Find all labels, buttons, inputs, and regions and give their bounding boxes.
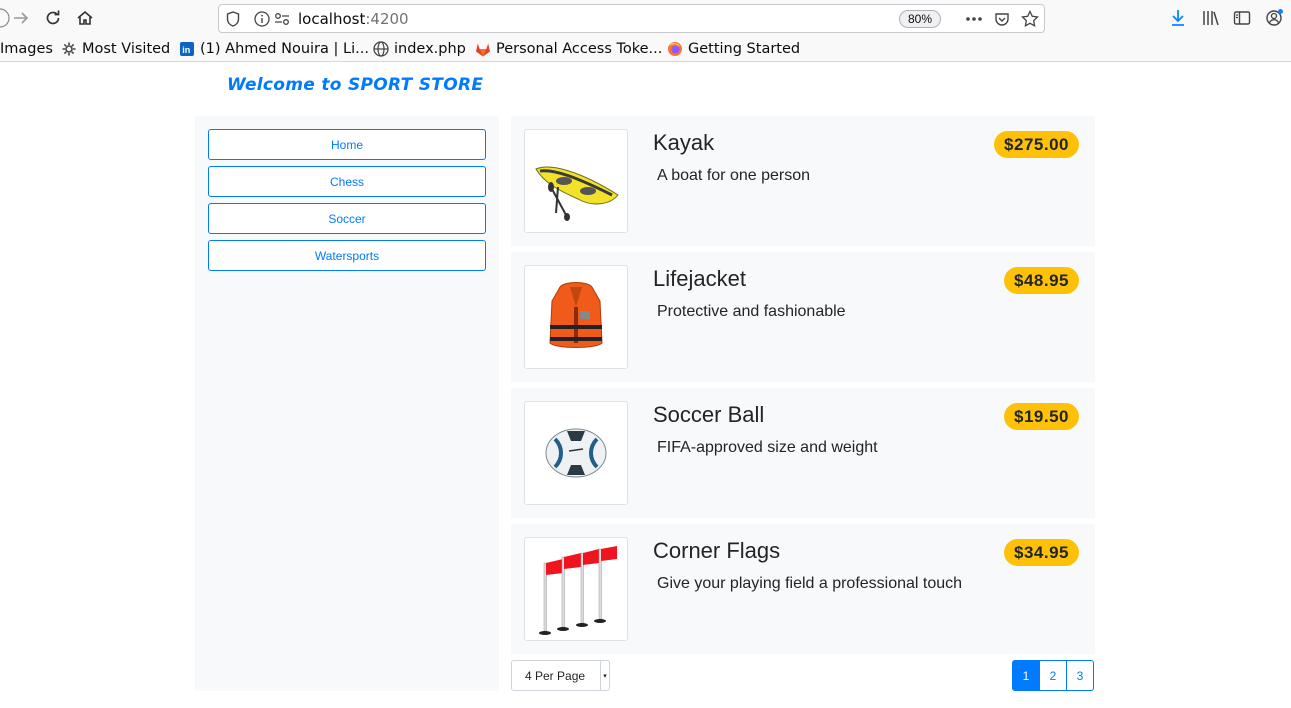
product-description: Protective and fashionable [657, 303, 846, 320]
category-sidebar: Home Chess Soccer Watersports [195, 116, 499, 691]
home-button[interactable] [73, 6, 97, 30]
bookmarks-bar: Images Most Visited in (1) Ahmed Nouira … [0, 36, 1291, 62]
page-button-2[interactable]: 2 [1039, 660, 1067, 691]
price-badge: $19.50 [1004, 403, 1079, 430]
product-name: Kayak [653, 130, 715, 155]
gitlab-icon [475, 41, 491, 57]
page-button-3[interactable]: 3 [1066, 660, 1094, 691]
bookmark-label: (1) Ahmed Nouira | Li... [200, 41, 369, 57]
home-icon [77, 10, 93, 25]
bookmark-index-php[interactable]: index.php [373, 40, 466, 58]
svg-text:in: in [182, 45, 190, 55]
page-actions-icon[interactable] [964, 9, 984, 29]
reload-button[interactable] [41, 6, 65, 30]
category-button-home[interactable]: Home [208, 129, 486, 160]
soccer-ball-image [524, 401, 628, 505]
sidebar-toggle-icon[interactable] [1230, 6, 1254, 30]
account-icon[interactable] [1262, 6, 1286, 30]
bookmark-images[interactable]: Images [0, 40, 53, 58]
linkedin-icon: in [179, 41, 195, 57]
page-button-1[interactable]: 1 [1012, 660, 1040, 691]
downloads-icon[interactable] [1166, 6, 1190, 30]
gear-icon [61, 41, 77, 57]
url-text[interactable]: localhost:4200 [298, 10, 409, 28]
bookmark-label: Getting Started [688, 41, 801, 57]
pagination: 1 2 3 [1012, 660, 1094, 691]
product-card: Corner Flags Give your playing field a p… [511, 524, 1095, 654]
category-button-soccer[interactable]: Soccer [208, 203, 486, 234]
product-description: FIFA-approved size and weight [657, 439, 878, 456]
lifejacket-image [524, 265, 628, 369]
category-button-watersports[interactable]: Watersports [208, 240, 486, 271]
product-description: Give your playing field a professional t… [657, 575, 963, 592]
bookmark-linkedin[interactable]: in (1) Ahmed Nouira | Li... [179, 40, 369, 58]
per-page-value: 4 Per Page [525, 668, 586, 683]
page-title: Welcome to SPORT STORE [227, 75, 484, 95]
price-badge: $34.95 [1004, 539, 1079, 566]
forward-button[interactable] [9, 6, 33, 30]
zoom-level-badge[interactable]: 80% [899, 10, 941, 28]
bookmark-star-icon[interactable] [1020, 9, 1040, 29]
bookmark-label: Personal Access Toke... [496, 41, 663, 57]
chevron-down-icon[interactable]: ▾ [600, 661, 609, 690]
info-icon[interactable] [252, 9, 272, 29]
url-host: localhost [298, 10, 366, 28]
bookmark-gitlab[interactable]: Personal Access Toke... [475, 40, 662, 58]
product-name: Soccer Ball [653, 402, 765, 427]
url-port: :4200 [365, 10, 409, 28]
corner-flags-image [524, 537, 628, 641]
shield-icon[interactable] [223, 9, 243, 29]
kayak-image [524, 129, 628, 233]
product-name: Corner Flags [653, 538, 781, 563]
reload-icon [46, 10, 60, 25]
product-card: Lifejacket Protective and fashionable $4… [511, 252, 1095, 382]
product-description: A boat for one person [657, 167, 810, 184]
bookmark-getting-started[interactable]: Getting Started [667, 40, 800, 58]
library-icon[interactable] [1199, 6, 1223, 30]
category-button-chess[interactable]: Chess [208, 166, 486, 197]
bookmark-label: index.php [394, 41, 466, 57]
permissions-icon[interactable] [272, 9, 292, 29]
forward-arrow-icon [14, 12, 29, 24]
bookmark-label: Most Visited [82, 41, 171, 57]
product-name: Lifejacket [653, 266, 746, 291]
bookmark-label: Images [0, 41, 53, 57]
price-badge: $48.95 [1004, 267, 1079, 294]
url-bar[interactable]: localhost:4200 80% [218, 4, 1045, 33]
product-card: Kayak A boat for one person $275.00 [511, 116, 1095, 246]
pocket-icon[interactable] [992, 9, 1012, 29]
product-card: Soccer Ball FIFA-approved size and weigh… [511, 388, 1095, 518]
price-badge: $275.00 [994, 131, 1079, 158]
firefox-icon [667, 41, 683, 57]
globe-icon [373, 41, 389, 57]
per-page-select[interactable]: 4 Per Page ▾ [511, 660, 610, 691]
bookmark-most-visited[interactable]: Most Visited [61, 40, 170, 58]
browser-toolbar: localhost:4200 80% [0, 0, 1291, 36]
